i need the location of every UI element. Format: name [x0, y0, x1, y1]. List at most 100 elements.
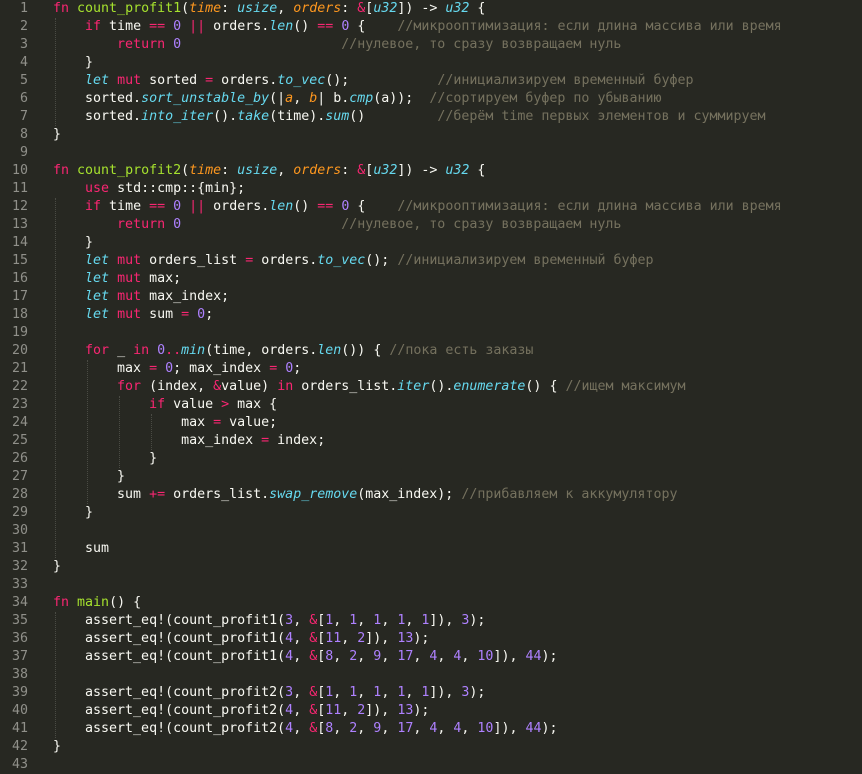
code-line[interactable]: 12 if time == 0 || orders.len() == 0 { /…	[0, 198, 862, 216]
code-line[interactable]: 37 assert_eq!(count_profit1(4, &[8, 2, 9…	[0, 648, 862, 666]
code-line[interactable]: 39 assert_eq!(count_profit2(3, &[1, 1, 1…	[0, 684, 862, 702]
code-token: :	[341, 1, 358, 16]
code-token: ,	[357, 685, 374, 700]
code-token: usize	[237, 1, 278, 16]
code-token: :	[341, 163, 358, 178]
code-line[interactable]: 17 let mut max_index;	[0, 288, 862, 306]
code-token: ,	[293, 91, 310, 106]
code-token: let	[85, 253, 110, 268]
code-line[interactable]: 36 assert_eq!(count_profit1(4, &[11, 2])…	[0, 630, 862, 648]
code-token: a	[285, 91, 294, 106]
code-line[interactable]: 22 for (index, &value) in orders_list.it…	[0, 378, 862, 396]
code-token: use	[85, 181, 110, 196]
code-token: mut	[117, 307, 142, 322]
line-number: 11	[11, 181, 28, 196]
line-number: 6	[19, 91, 28, 106]
line-number: 13	[11, 217, 28, 232]
code-token: //микрооптимизация: если длина массива и…	[397, 199, 782, 214]
code-line[interactable]: 1 fn count_profit1(time: usize, orders: &…	[0, 0, 862, 18]
code-token: let	[85, 271, 110, 286]
line-number: 27	[11, 469, 28, 484]
code-line[interactable]: 8}	[0, 126, 862, 144]
code-line[interactable]: 31 sum	[0, 540, 862, 558]
code-token: orders	[293, 163, 342, 178]
code-line[interactable]: 6 sorted.sort_unstable_by(|a, b| b.cmp(a…	[0, 90, 862, 108]
line-number: 23	[11, 397, 28, 412]
code-line[interactable]: 18 let mut sum = 0;	[0, 306, 862, 324]
code-line[interactable]: 34 fn main() {	[0, 594, 862, 612]
code-line[interactable]: 5 let mut sorted = orders.to_vec(); //ин…	[0, 72, 862, 90]
code-token: max	[53, 415, 214, 430]
code-line[interactable]: 28 sum += orders_list.swap_remove(max_in…	[0, 486, 862, 504]
code-line[interactable]: 24 max = value;	[0, 414, 862, 432]
code-token: 4	[285, 631, 294, 646]
code-line[interactable]: 29 }	[0, 504, 862, 522]
code-line[interactable]: 38	[0, 666, 862, 684]
code-token: ;	[293, 361, 302, 376]
code-line[interactable]: 43	[0, 756, 862, 774]
line-number: 9	[19, 145, 28, 160]
code-line[interactable]: 20 for _ in 0..min(time, orders.len()) {…	[0, 342, 862, 360]
code-line[interactable]: 2 if time == 0 || orders.len() == 0 { //…	[0, 18, 862, 36]
code-token: ().	[429, 379, 454, 394]
line-number: 36	[11, 631, 28, 646]
code-line[interactable]: 15 let mut orders_list = orders.to_vec()…	[0, 252, 862, 270]
code-line[interactable]: 35 assert_eq!(count_profit1(3, &[1, 1, 1…	[0, 612, 862, 630]
code-line[interactable]: 11 use std::cmp::{min};	[0, 180, 862, 198]
code-token: ..	[165, 343, 182, 358]
code-token: //микрооптимизация: если длина массива и…	[397, 19, 782, 34]
code-line[interactable]: 23 if value > max {	[0, 396, 862, 414]
code-token: ,	[437, 649, 454, 664]
code-token: ,	[333, 685, 350, 700]
code-line[interactable]: 10 fn count_profit2(time: usize, orders: …	[0, 162, 862, 180]
code-token: =	[261, 433, 270, 448]
code-line[interactable]: 27 }	[0, 468, 862, 486]
code-token: ;	[205, 307, 214, 322]
line-number: 21	[11, 361, 28, 376]
code-token: );	[469, 613, 486, 628]
code-line[interactable]: 16 let mut max;	[0, 270, 862, 288]
code-line[interactable]: 26 }	[0, 450, 862, 468]
code-line[interactable]: 14 }	[0, 234, 862, 252]
code-line[interactable]: 3 return 0 //нулевое, то сразу возвращае…	[0, 36, 862, 54]
code-text: sorted.sort_unstable_by(|a, b| b.cmp(a))…	[53, 90, 662, 108]
code-token: );	[469, 685, 486, 700]
code-token: (	[181, 163, 190, 178]
code-token: 0	[165, 361, 174, 376]
code-token: ]),	[493, 649, 526, 664]
code-token: 13	[397, 631, 414, 646]
code-line[interactable]: 13 return 0 //нулевое, то сразу возвраща…	[0, 216, 862, 234]
code-token: to_vec	[277, 73, 326, 88]
code-line[interactable]: 4 }	[0, 54, 862, 72]
code-line[interactable]: 21 max = 0; max_index = 0;	[0, 360, 862, 378]
code-line[interactable]: 9	[0, 144, 862, 162]
code-line[interactable]: 40 assert_eq!(count_profit2(4, &[11, 2])…	[0, 702, 862, 720]
code-text: if time == 0 || orders.len() == 0 { //ми…	[53, 18, 782, 36]
code-line[interactable]: 25 max_index = index;	[0, 432, 862, 450]
code-line[interactable]: 33	[0, 576, 862, 594]
line-number: 32	[11, 559, 28, 574]
code-line[interactable]: 42}	[0, 738, 862, 756]
code-token: (	[181, 1, 190, 16]
code-line[interactable]: 30	[0, 522, 862, 540]
line-number: 4	[19, 55, 28, 70]
code-text: fn count_profit2(time: usize, orders: &[…	[53, 162, 485, 180]
code-token: ,	[381, 721, 398, 736]
code-editor[interactable]: 1 fn count_profit1(time: usize, orders: &…	[0, 0, 862, 773]
code-token: swap_remove	[269, 487, 358, 502]
code-line[interactable]: 41 assert_eq!(count_profit2(4, &[8, 2, 9…	[0, 720, 862, 738]
code-line[interactable]: 19	[0, 324, 862, 342]
code-line[interactable]: 32}	[0, 558, 862, 576]
code-token: {	[469, 1, 486, 16]
code-token: sum	[325, 109, 350, 124]
line-number: 22	[11, 379, 28, 394]
code-token: u32	[445, 1, 470, 16]
code-token: //сортируем буфер по убыванию	[429, 91, 662, 106]
indent-guide	[55, 198, 56, 558]
code-token: 0	[173, 199, 182, 214]
code-line[interactable]: 7 sorted.into_iter().take(time).sum() //…	[0, 108, 862, 126]
